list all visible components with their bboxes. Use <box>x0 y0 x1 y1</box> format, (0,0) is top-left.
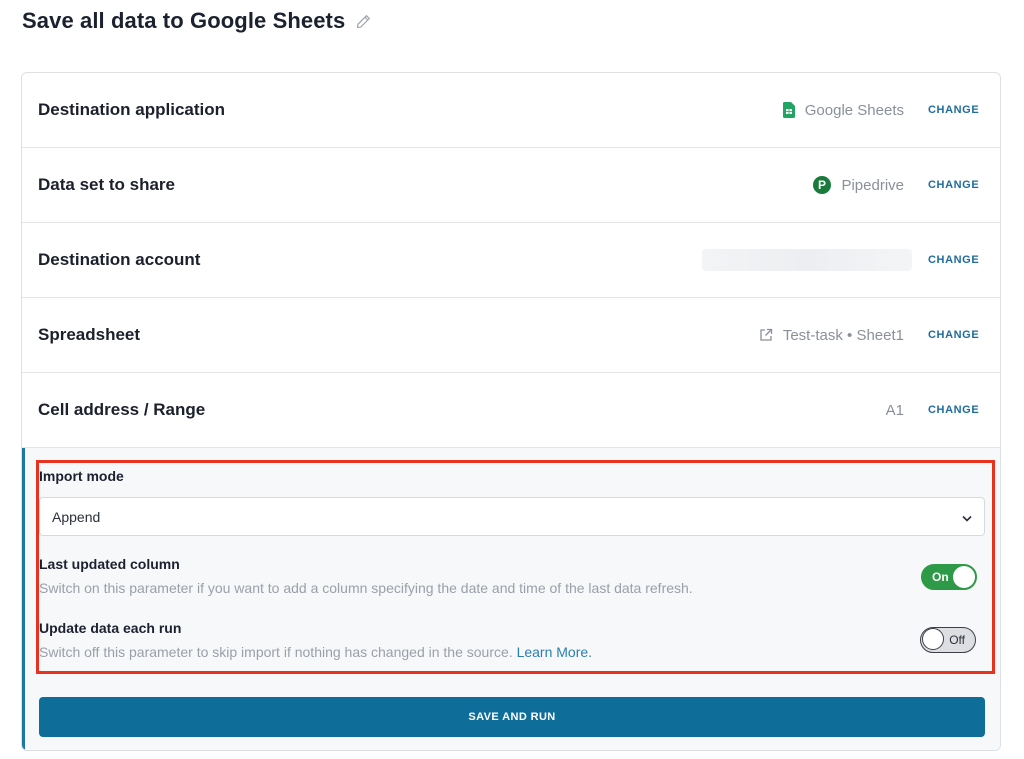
change-destination-account-button[interactable]: CHANGE <box>928 254 979 266</box>
highlight-box <box>36 460 995 674</box>
page-header: Save all data to Google Sheets <box>22 8 371 34</box>
row-label: Destination application <box>38 100 226 119</box>
update-each-run-title: Update data each run <box>39 620 182 636</box>
external-link-icon[interactable] <box>759 328 773 342</box>
pencil-edit-icon[interactable] <box>355 13 371 29</box>
last-updated-title: Last updated column <box>39 556 180 572</box>
change-destination-application-button[interactable]: CHANGE <box>928 104 979 116</box>
row-value: P Pipedrive <box>813 176 904 194</box>
change-spreadsheet-button[interactable]: CHANGE <box>928 329 979 341</box>
chevron-down-icon <box>962 509 972 525</box>
svg-text:P: P <box>818 178 826 192</box>
destination-app-name: Google Sheets <box>804 101 904 119</box>
page-title: Save all data to Google Sheets <box>22 8 346 33</box>
account-name-redacted <box>702 249 912 271</box>
toggle-knob <box>922 628 944 650</box>
import-mode-select[interactable]: Append <box>39 497 985 536</box>
toggle-label: On <box>932 570 949 584</box>
row-value: Google Sheets <box>782 101 904 119</box>
row-destination-account: Destination account CHANGE <box>22 223 1000 298</box>
change-data-set-button[interactable]: CHANGE <box>928 179 979 191</box>
row-label: Destination account <box>38 250 201 269</box>
cell-address-value: A1 <box>885 401 904 419</box>
row-spreadsheet: Spreadsheet Test-task • Sheet1 CHANGE <box>22 298 1000 373</box>
import-mode-label: Import mode <box>39 468 124 484</box>
update-each-run-description: Switch off this parameter to skip import… <box>39 644 513 660</box>
import-settings-panel: Import mode Append Last updated column S… <box>22 448 1000 750</box>
last-updated-description: Switch on this parameter if you want to … <box>39 580 693 596</box>
row-label: Spreadsheet <box>38 325 141 344</box>
spreadsheet-name[interactable]: Test-task • Sheet1 <box>783 327 904 344</box>
row-label: Cell address / Range <box>38 400 206 419</box>
update-each-run-description-wrap: Switch off this parameter to skip import… <box>39 644 592 660</box>
pipedrive-icon: P <box>813 176 832 194</box>
learn-more-link[interactable]: Learn More. <box>517 644 592 660</box>
import-mode-value: Append <box>52 508 101 525</box>
row-value[interactable]: Test-task • Sheet1 <box>759 327 904 344</box>
update-each-run-toggle[interactable]: Off <box>920 627 976 653</box>
save-and-run-button[interactable]: SAVE AND RUN <box>39 697 985 737</box>
change-cell-address-button[interactable]: CHANGE <box>928 404 979 416</box>
row-data-set: Data set to share P Pipedrive CHANGE <box>22 148 1000 223</box>
last-updated-toggle[interactable]: On <box>921 564 977 590</box>
data-set-name: Pipedrive <box>841 176 904 194</box>
google-sheets-icon <box>782 102 795 118</box>
row-value: A1 <box>886 402 904 419</box>
toggle-knob <box>953 566 975 588</box>
destination-card: Destination application Google Sheets CH… <box>21 72 1001 751</box>
row-destination-application: Destination application Google Sheets CH… <box>22 73 1000 148</box>
row-label: Data set to share <box>38 175 175 194</box>
row-cell-address: Cell address / Range A1 CHANGE <box>22 373 1000 448</box>
toggle-label: Off <box>949 633 965 647</box>
